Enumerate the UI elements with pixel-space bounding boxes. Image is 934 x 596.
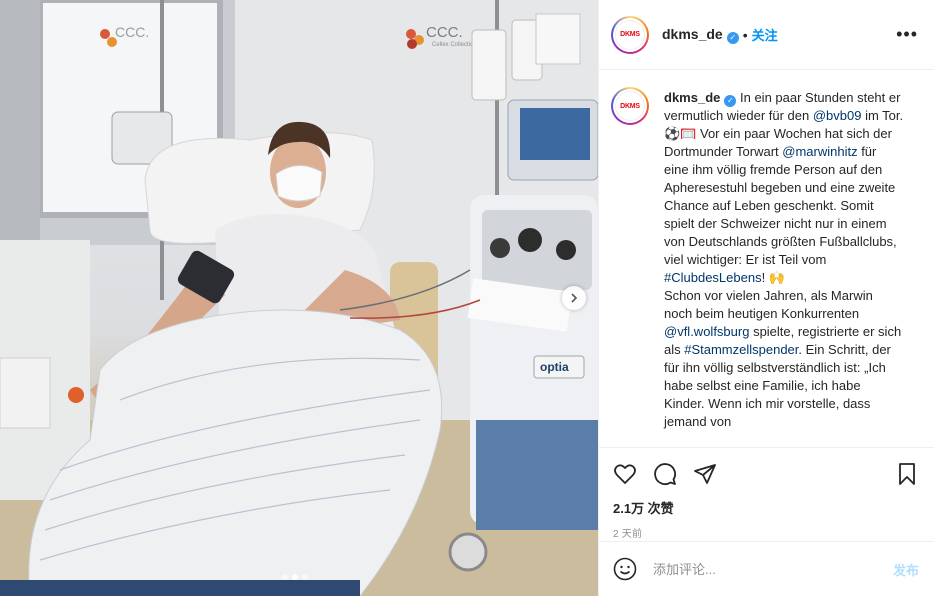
post-actions: 2.1万 次赞 2 天前 — [599, 447, 934, 540]
smiley-icon[interactable] — [613, 557, 637, 581]
avatar[interactable]: DKMS — [611, 15, 649, 54]
caption-text-segment: ! 🙌 — [761, 270, 785, 285]
comment-icon[interactable] — [653, 462, 677, 486]
comment-bar: 发布 — [599, 541, 934, 596]
header-username-text: dkms_de — [662, 25, 723, 42]
follow-button[interactable]: 关注 — [752, 25, 778, 44]
caption-content: In ein paar Stunden steht er vermutlich … — [664, 90, 903, 429]
svg-text:CCC.: CCC. — [115, 24, 149, 40]
likes-count[interactable]: 2.1万 次赞 — [613, 498, 919, 517]
caption-link[interactable]: #Stammzellspender — [684, 342, 798, 357]
comment-input[interactable] — [653, 561, 893, 577]
carousel-dots — [282, 574, 308, 580]
machine-brand: optia — [540, 360, 569, 374]
carousel-dot-active — [292, 574, 298, 580]
carousel-dot — [282, 574, 288, 580]
caption-link[interactable]: @bvb09 — [813, 108, 862, 123]
paper-plane-icon[interactable] — [693, 462, 717, 486]
post-timestamp[interactable]: 2 天前 — [613, 525, 919, 540]
bookmark-icon[interactable] — [895, 462, 919, 486]
caption-text-segment: Schon vor vielen Jahren, als Marwin noch… — [664, 288, 873, 321]
post-modal: CCC. Cellex Collection CCC. optia DKMS d… — [0, 0, 934, 596]
caption-username[interactable]: dkms_de ✓ — [664, 90, 737, 107]
caption: DKMS dkms_de ✓ In ein paar Stunden steht … — [611, 87, 919, 431]
caption-username-text: dkms_de — [664, 90, 721, 105]
more-options-icon[interactable]: ••• — [896, 24, 918, 45]
verified-badge-icon: ✓ — [724, 95, 737, 107]
caption-avatar-logo: DKMS — [615, 91, 645, 121]
heart-icon[interactable] — [613, 462, 637, 486]
caption-avatar[interactable]: DKMS — [611, 87, 649, 125]
wall-logo-text: CCC. — [426, 24, 463, 41]
next-slide-button[interactable] — [562, 286, 586, 310]
wall-logo-sub: Cellex Collection — [432, 42, 477, 48]
caption-link[interactable]: #ClubdesLebens — [664, 270, 762, 285]
caption-text: dkms_de ✓ In ein paar Stunden steht er ve… — [664, 89, 904, 431]
photo-scene: CCC. Cellex Collection CCC. optia — [0, 0, 598, 596]
post-side-panel: DKMS dkms_de ✓ • 关注 ••• DKMS dkms_de ✓ In … — [598, 0, 934, 596]
caption-text-segment: für eine ihm völlig fremde Person auf de… — [664, 144, 897, 267]
action-icons — [613, 460, 919, 488]
header-separator: • — [742, 26, 748, 43]
chevron-right-icon — [571, 293, 578, 303]
caption-area[interactable]: DKMS dkms_de ✓ In ein paar Stunden steht … — [599, 71, 934, 447]
carousel-dot — [302, 574, 308, 580]
post-comment-button[interactable]: 发布 — [893, 560, 919, 579]
caption-link[interactable]: @vfl.wolfsburg — [664, 324, 749, 339]
header-username[interactable]: dkms_de ✓ — [662, 26, 739, 44]
caption-link[interactable]: @marwinhitz — [782, 144, 857, 159]
post-header: DKMS dkms_de ✓ • 关注 ••• — [599, 0, 934, 70]
avatar-logo: DKMS — [615, 19, 645, 50]
verified-badge-icon: ✓ — [726, 31, 739, 44]
post-photo[interactable]: CCC. Cellex Collection CCC. optia — [0, 0, 598, 596]
